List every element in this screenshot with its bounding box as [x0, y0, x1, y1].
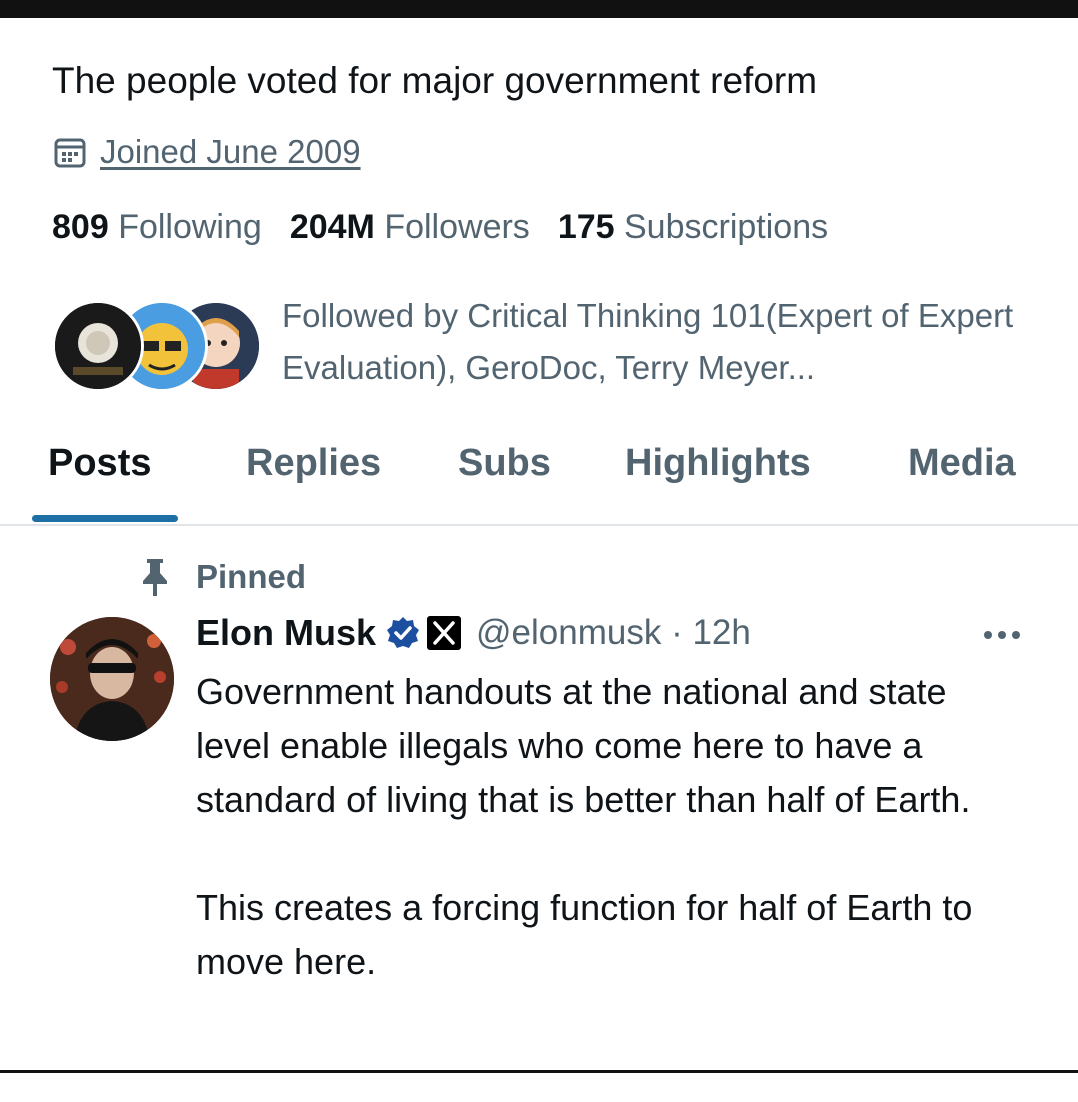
followed-by-text[interactable]: Followed by Critical Thinking 101(Expert…: [282, 290, 1022, 394]
post-body: Government handouts at the national and …: [196, 665, 1026, 1043]
post-paragraph: This creates a forcing function for half…: [196, 887, 973, 982]
tab-highlights[interactable]: Highlights: [625, 442, 811, 485]
followers-count: 204M: [289, 208, 375, 246]
author-name[interactable]: Elon Musk: [196, 612, 376, 654]
followers-label: Followers: [384, 208, 530, 246]
pinned-text: Pinned: [196, 558, 307, 595]
pinned-label: Pinned: [140, 557, 306, 597]
verified-badge-icon: [387, 617, 420, 648]
profile-tabs: Posts Replies Subs Highlights Media: [0, 430, 1078, 526]
joined-date: Joined June 2009: [52, 133, 361, 171]
follower-avatar: [52, 300, 144, 392]
author-handle-time[interactable]: @elonmusk · 12h: [476, 613, 751, 653]
following-stat[interactable]: 809 Following: [52, 208, 262, 247]
calendar-icon: [54, 138, 86, 168]
subscriptions-count: 175: [557, 208, 615, 246]
subscriptions-label: Subscriptions: [624, 208, 829, 246]
pin-icon: [143, 559, 167, 596]
followers-stat[interactable]: 204M Followers: [290, 208, 530, 247]
followed-by-avatars[interactable]: [52, 300, 262, 392]
post-paragraph: Government handouts at the national and …: [196, 671, 971, 820]
joined-text: Joined June 2009: [100, 133, 361, 170]
following-label: Following: [118, 208, 262, 246]
post-header: Elon Musk @elonmusk · 12h: [196, 612, 751, 654]
tab-media[interactable]: Media: [908, 442, 1016, 485]
x-logo-icon: [427, 616, 462, 650]
profile-bio: The people voted for major government re…: [52, 60, 818, 101]
subscriptions-stat[interactable]: 175 Subscriptions: [558, 208, 828, 247]
tab-posts[interactable]: Posts: [48, 442, 151, 485]
top-status-bar: [0, 0, 1078, 18]
author-avatar[interactable]: [50, 617, 174, 741]
active-tab-indicator: [32, 515, 178, 522]
bottom-divider: [0, 1070, 1078, 1102]
profile-stats: 809 Following 204M Followers 175 Subscri…: [52, 208, 856, 247]
more-options-icon[interactable]: [980, 622, 1024, 648]
tab-subs[interactable]: Subs: [458, 442, 551, 485]
tab-replies[interactable]: Replies: [246, 442, 381, 485]
following-count: 809: [52, 208, 109, 246]
